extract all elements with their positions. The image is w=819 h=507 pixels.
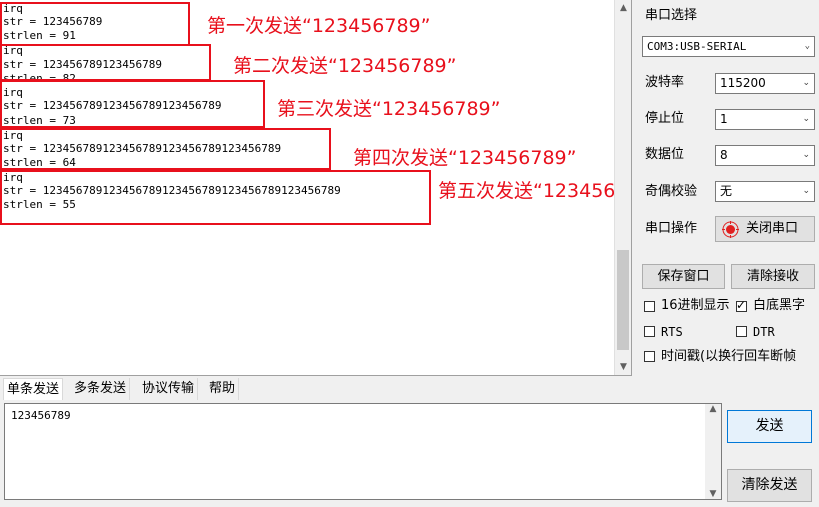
data-bits-select[interactable]: 8 ⌄ — [715, 145, 815, 166]
hex-display-checkbox[interactable] — [644, 301, 655, 312]
annotation-text: 第五次发送“123456789” — [438, 180, 631, 202]
data-bits-label: 数据位 — [645, 147, 685, 162]
clear-receive-button[interactable]: 清除接收 — [731, 264, 815, 289]
scroll-up-icon[interactable]: ▲ — [615, 0, 631, 16]
highlight-box — [0, 2, 190, 46]
hex-display-label: 16进制显示 — [661, 298, 730, 313]
clear-send-button[interactable]: 清除发送 — [727, 469, 812, 502]
parity-label: 奇偶校验 — [645, 184, 698, 199]
port-select-label: 串口选择 — [645, 8, 698, 23]
white-bg-label: 白底黑字 — [753, 298, 806, 313]
parity-value: 无 — [720, 184, 733, 198]
chevron-down-icon: ⌄ — [802, 78, 810, 88]
port-value: COM3:USB-SERIAL — [647, 40, 747, 53]
rts-label: RTS — [661, 325, 683, 339]
chevron-down-icon: ⌄ — [802, 150, 810, 160]
stop-bits-select[interactable]: 1 ⌄ — [715, 109, 815, 130]
timestamp-label: 时间戳(以换行回车断帧 — [661, 349, 797, 364]
rts-checkbox[interactable] — [644, 326, 655, 337]
send-text: 123456789 — [11, 409, 71, 422]
annotation-text: 第四次发送“123456789” — [353, 147, 577, 169]
port-select[interactable]: COM3:USB-SERIAL ⌄ — [642, 36, 815, 57]
port-status-led-icon — [722, 221, 739, 238]
scroll-up-icon[interactable]: ▲ — [705, 404, 721, 414]
data-bits-value: 8 — [720, 148, 728, 162]
receive-scrollbar[interactable]: ▲ ▼ — [614, 0, 631, 375]
tab-single-send[interactable]: 单条发送 — [3, 378, 64, 400]
highlight-box — [0, 170, 431, 225]
stop-bits-value: 1 — [720, 112, 728, 126]
send-button[interactable]: 发送 — [727, 410, 812, 443]
send-input[interactable]: 123456789 ▲ ▼ — [4, 403, 722, 500]
send-scrollbar[interactable]: ▲ ▼ — [705, 404, 721, 499]
baud-label: 波特率 — [645, 75, 685, 90]
white-bg-checkbox[interactable] — [736, 298, 747, 312]
timestamp-checkbox[interactable] — [644, 351, 655, 362]
close-port-button[interactable]: 关闭串口 — [715, 216, 815, 242]
annotation-text: 第一次发送“123456789” — [207, 15, 431, 37]
highlight-box — [0, 128, 331, 170]
highlight-box — [0, 80, 265, 128]
save-window-button[interactable]: 保存窗口 — [642, 264, 725, 289]
baud-value: 115200 — [720, 76, 766, 90]
parity-select[interactable]: 无 ⌄ — [715, 181, 815, 202]
scroll-down-icon[interactable]: ▼ — [705, 489, 721, 499]
tab-protocol[interactable]: 协议传输 — [139, 378, 199, 400]
chevron-down-icon: ⌄ — [804, 41, 810, 51]
chevron-down-icon: ⌄ — [802, 186, 810, 196]
stop-bits-label: 停止位 — [645, 111, 685, 126]
chevron-down-icon: ⌄ — [802, 114, 810, 124]
receive-area[interactable]: irq str = 123456789 strlen = 91 irq str … — [0, 0, 632, 376]
dtr-label: DTR — [753, 325, 775, 339]
port-op-label: 串口操作 — [645, 221, 698, 236]
annotation-text: 第二次发送“123456789” — [233, 55, 457, 77]
dtr-checkbox[interactable] — [736, 326, 747, 337]
baud-select[interactable]: 115200 ⌄ — [715, 73, 815, 94]
scroll-down-icon[interactable]: ▼ — [615, 359, 631, 375]
close-port-label: 关闭串口 — [746, 221, 799, 236]
tab-help[interactable]: 帮助 — [206, 378, 240, 400]
highlight-box — [0, 44, 211, 81]
scroll-thumb[interactable] — [617, 250, 629, 350]
tab-multi-send[interactable]: 多条发送 — [71, 378, 131, 400]
annotation-text: 第三次发送“123456789” — [277, 98, 501, 120]
